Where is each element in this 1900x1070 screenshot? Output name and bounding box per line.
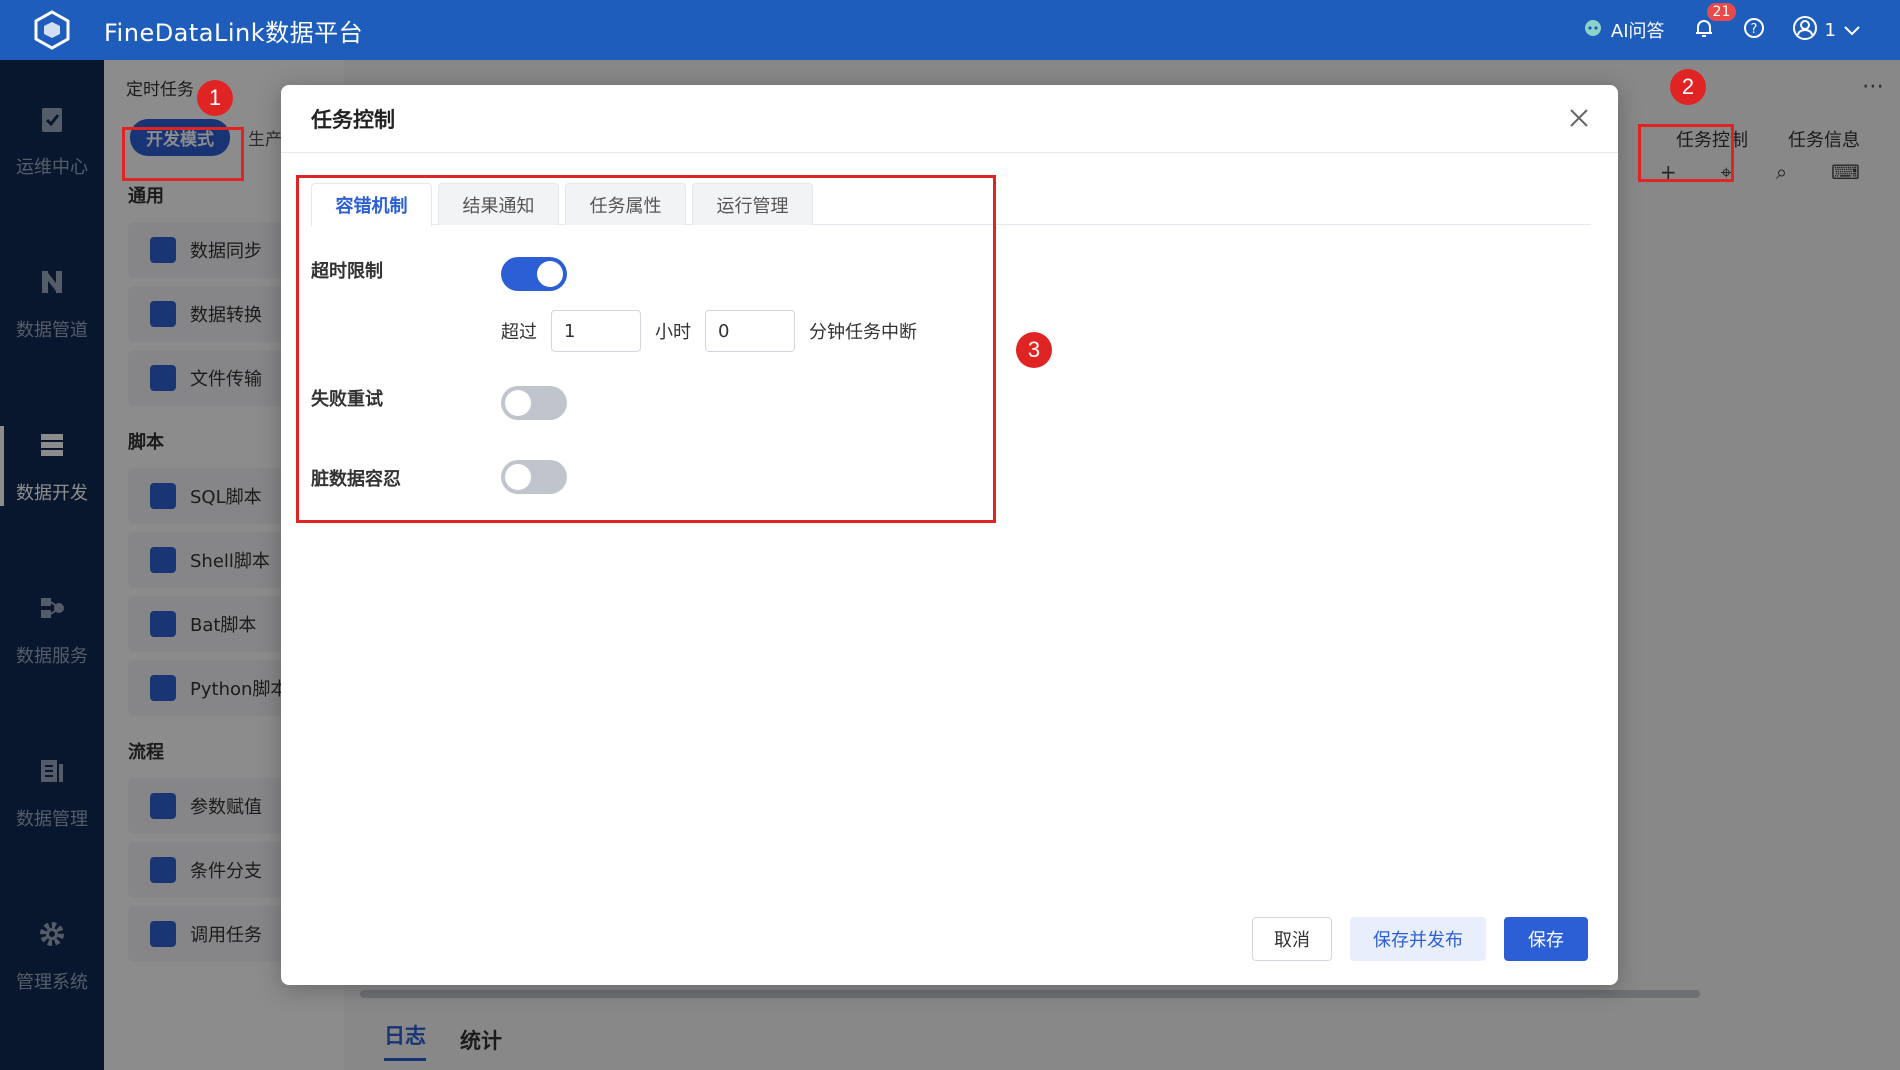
annotation-marker-2: 2 (1670, 69, 1706, 105)
notification-badge: 21 (1706, 2, 1737, 21)
user-name: 1 (1824, 19, 1836, 41)
annotation-box-1 (122, 127, 244, 181)
app-title: FineDataLink数据平台 (104, 18, 364, 47)
user-menu[interactable]: 1 (1792, 15, 1860, 45)
ai-assistant-label: AI问答 (1610, 21, 1665, 42)
save-button[interactable]: 保存 (1504, 917, 1588, 961)
top-bar: FineDataLink数据平台 AI问答 21 ? 1 (0, 0, 1900, 60)
annotation-marker-1: 1 (197, 80, 233, 116)
bell-icon (1693, 19, 1715, 44)
notification-button[interactable]: 21 (1693, 2, 1737, 44)
app-logo-icon[interactable] (0, 0, 104, 60)
close-icon[interactable] (1564, 103, 1594, 133)
ai-assistant-button[interactable]: AI问答 (1583, 17, 1665, 43)
chevron-down-icon (1844, 20, 1860, 41)
robot-icon (1583, 18, 1603, 43)
task-control-dialog: 任务控制 容错机制 结果通知 任务属性 运行管理 超时限制 超过 小时 分钟任务… (281, 85, 1618, 985)
svg-text:?: ? (1750, 22, 1757, 37)
cancel-button[interactable]: 取消 (1252, 917, 1332, 961)
avatar (1792, 15, 1817, 45)
annotation-marker-3: 3 (1016, 332, 1052, 368)
annotation-box-3 (296, 175, 996, 523)
dialog-title: 任务控制 (311, 107, 395, 132)
save-publish-button[interactable]: 保存并发布 (1350, 917, 1486, 961)
annotation-box-2 (1638, 124, 1734, 182)
help-icon[interactable]: ? (1743, 17, 1765, 44)
